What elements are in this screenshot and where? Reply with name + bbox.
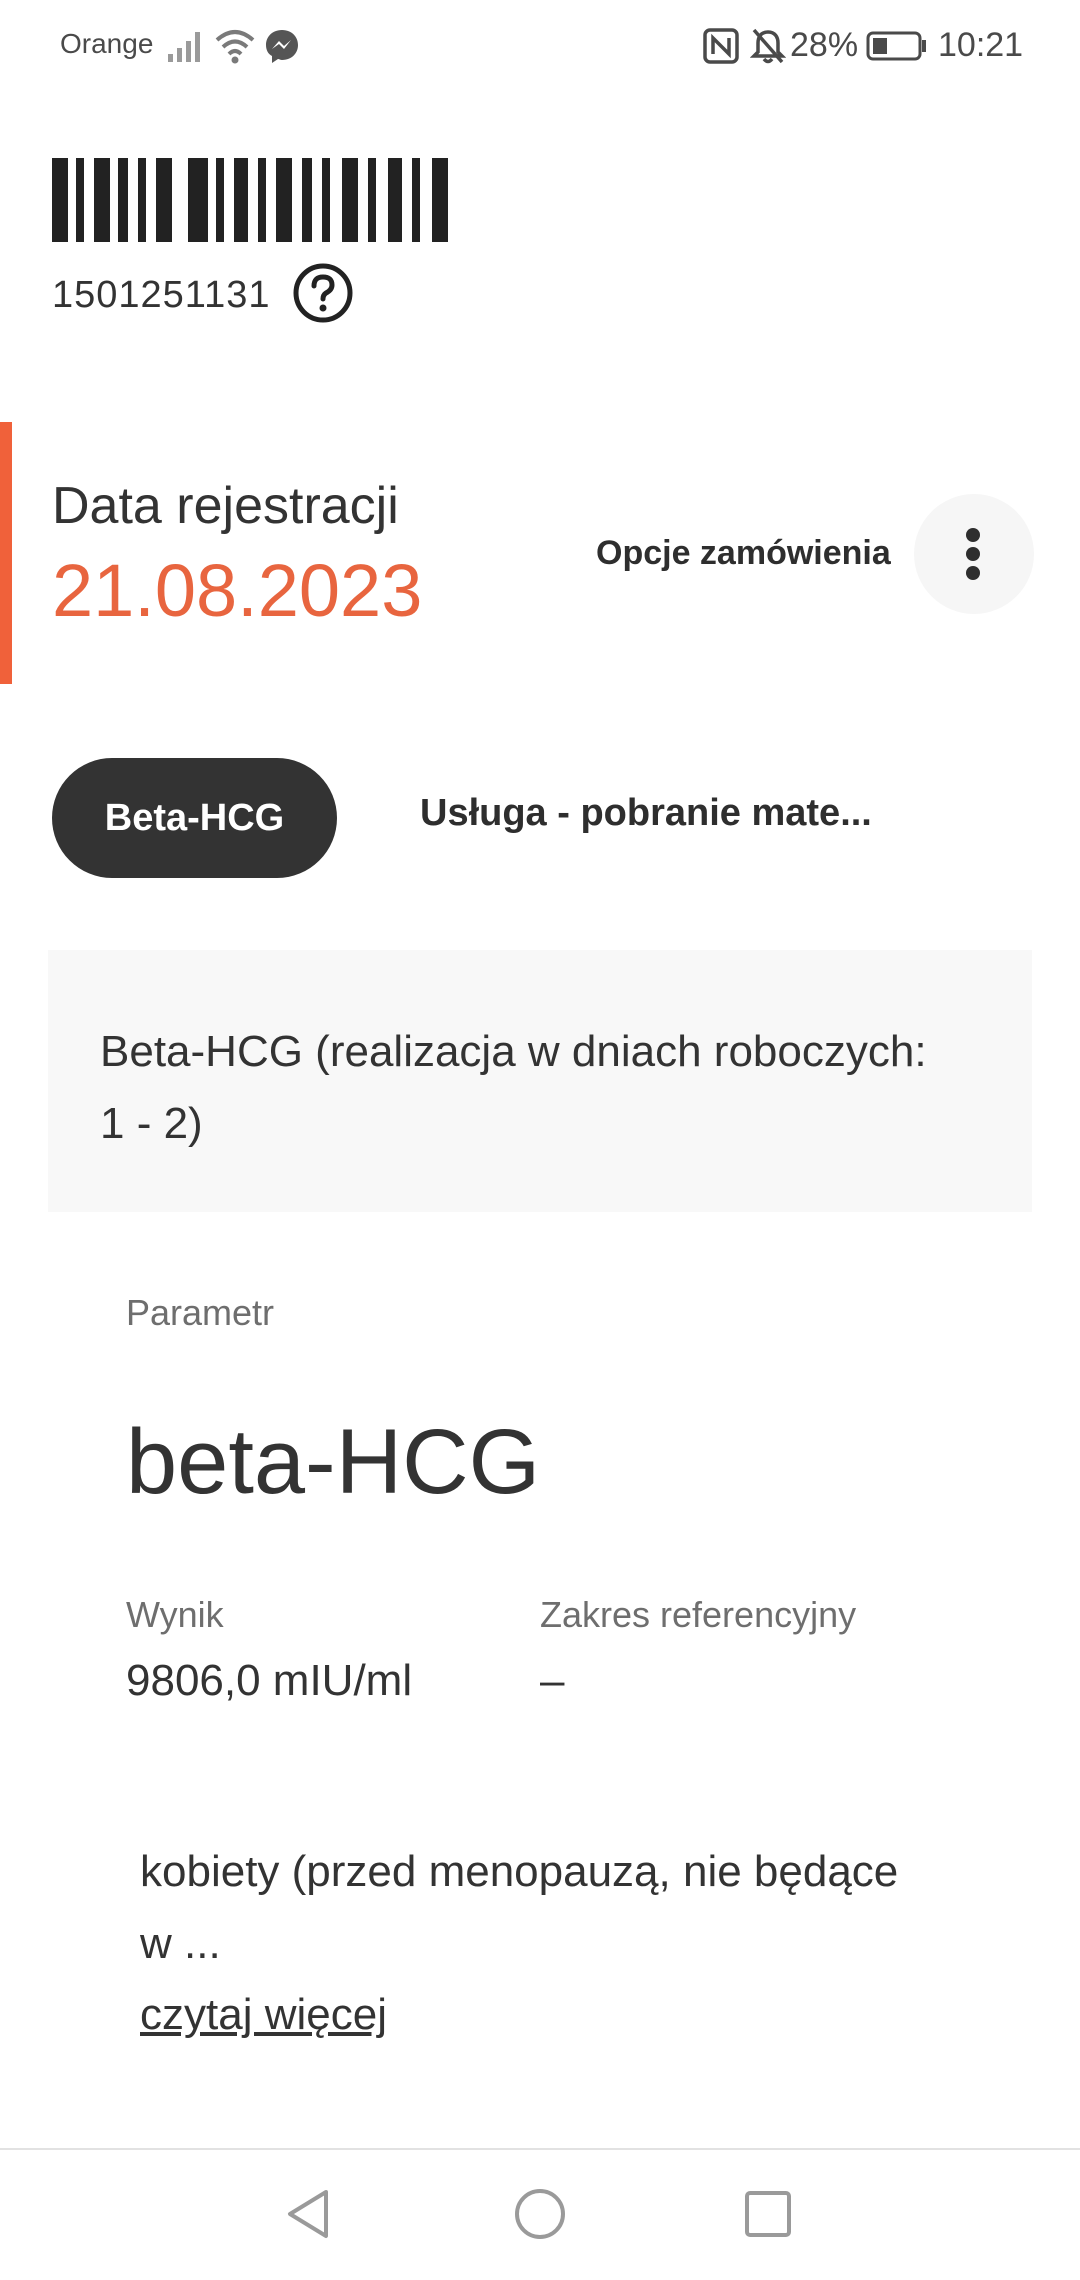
signal-icon xyxy=(168,32,200,62)
status-bar: Orange 28% 10:21 xyxy=(0,0,1080,92)
registration-accent-bar xyxy=(0,422,12,684)
result-label: Wynik xyxy=(126,1594,224,1635)
battery-percentage: 28% xyxy=(790,26,859,64)
tab-beta-hcg[interactable]: Beta-HCG xyxy=(52,758,337,878)
clock: 10:21 xyxy=(938,26,1024,64)
home-icon[interactable] xyxy=(510,2184,570,2244)
parameter-name: beta-HCG xyxy=(126,1411,541,1513)
back-icon[interactable] xyxy=(278,2184,338,2244)
registration-label: Data rejestracji xyxy=(52,477,399,535)
muted-bell-icon xyxy=(750,28,786,64)
more-options-button[interactable] xyxy=(914,494,1034,614)
tab-sample-collection[interactable]: Usługa - pobranie mate... xyxy=(420,792,872,835)
parameter-label: Parametr xyxy=(126,1292,275,1333)
reference-range-value: – xyxy=(540,1656,565,1705)
dot-icon xyxy=(966,528,980,542)
read-more-link[interactable]: czytaj więcej xyxy=(140,1990,387,2040)
recents-icon[interactable] xyxy=(738,2184,798,2244)
barcode-number: 1501251131 xyxy=(52,274,271,316)
nfc-icon xyxy=(703,28,739,64)
test-description-text: Beta-HCG (realizacja w dniach roboczych:… xyxy=(100,1027,927,1148)
result-value: 9806,0 mIU/ml xyxy=(126,1656,413,1705)
dot-icon xyxy=(966,566,980,580)
reference-note-text: kobiety (przed menopauzą, nie będące w .… xyxy=(140,1847,899,1968)
reference-range-label: Zakres referencyjny xyxy=(540,1594,857,1635)
dot-icon xyxy=(966,547,980,561)
test-description-card: Beta-HCG (realizacja w dniach roboczych:… xyxy=(48,950,1032,1212)
barcode-image xyxy=(52,158,448,242)
registration-date: 21.08.2023 xyxy=(52,549,423,632)
system-nav-bar xyxy=(0,2150,1080,2280)
order-options-label[interactable]: Opcje zamówienia xyxy=(596,534,891,573)
messenger-icon xyxy=(266,30,298,63)
wifi-icon xyxy=(215,30,255,64)
help-icon[interactable] xyxy=(292,262,354,324)
carrier-name: Orange xyxy=(60,28,154,59)
battery-icon xyxy=(866,31,926,61)
